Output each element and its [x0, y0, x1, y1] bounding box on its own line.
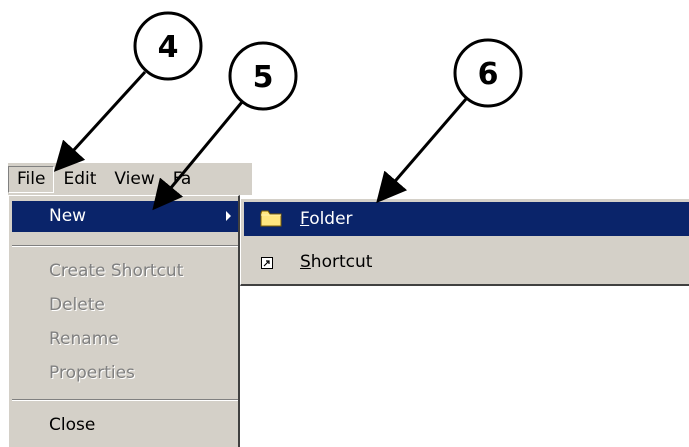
- file-menu-dropdown: New Create Shortcut Delete Rename Proper…: [8, 195, 240, 447]
- callout-5-number: 5: [253, 60, 274, 95]
- shortcut-mnemonic: S: [300, 252, 311, 272]
- new-submenu: Folder Shortcut: [240, 198, 689, 286]
- shortcut-icon: [261, 257, 273, 269]
- file-menu-create-shortcut[interactable]: Create Shortcut: [12, 256, 238, 287]
- submenu-arrow-icon: [226, 211, 231, 221]
- file-menu-close[interactable]: Close: [12, 410, 238, 441]
- callout-6-number: 6: [478, 57, 499, 92]
- callout-step-4: 4: [53, 11, 203, 172]
- submenu-new-shortcut[interactable]: Shortcut: [244, 245, 689, 279]
- file-menu-rename[interactable]: Rename: [12, 324, 238, 355]
- file-menu-delete[interactable]: Delete: [12, 290, 238, 321]
- file-menu-new[interactable]: New: [12, 201, 238, 232]
- menu-view[interactable]: View: [105, 166, 163, 193]
- menu-separator: [12, 245, 238, 247]
- folder-icon: [260, 210, 282, 227]
- callout-6-arrow: [376, 98, 468, 204]
- menu-favorites[interactable]: Fa: [164, 166, 201, 193]
- submenu-new-folder[interactable]: Folder: [244, 202, 689, 236]
- menu-file[interactable]: File: [8, 165, 55, 193]
- callout-4-number: 4: [158, 30, 179, 65]
- menu-bar: File Edit View Fa: [8, 163, 252, 195]
- file-menu-new-label: New: [49, 206, 87, 226]
- menu-edit[interactable]: Edit: [54, 166, 105, 193]
- shortcut-label: hortcut: [310, 252, 373, 272]
- screenshot-stage: File Edit View Fa New Create Shortcut De…: [0, 0, 689, 447]
- menu-separator: [12, 399, 238, 401]
- file-menu-properties[interactable]: Properties: [12, 358, 238, 389]
- callout-4-arrow: [53, 70, 147, 172]
- folder-mnemonic: F: [300, 209, 310, 229]
- callout-step-6: 6: [376, 38, 523, 204]
- folder-label: older: [309, 209, 353, 229]
